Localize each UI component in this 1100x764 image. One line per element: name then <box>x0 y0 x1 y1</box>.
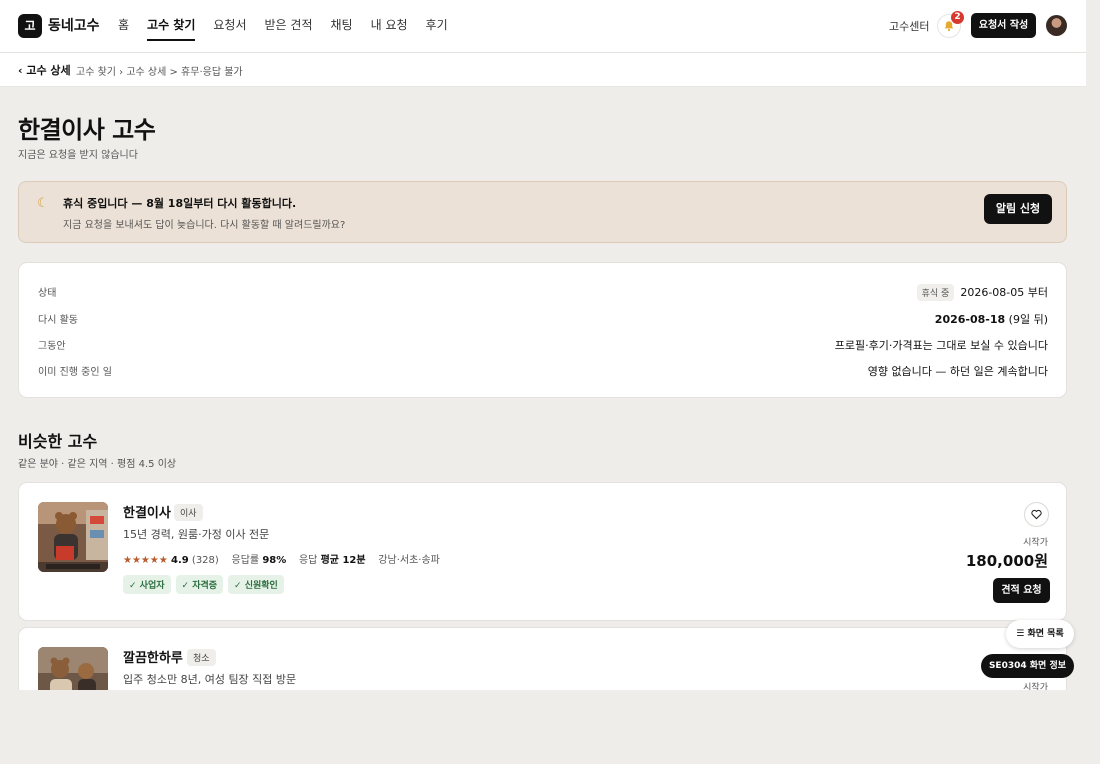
top-header: 고 동네고수 홈 고수 찾기 요청서 받은 견적 채팅 내 요청 후기 고수센터… <box>0 0 1086 53</box>
response-rate-value: 98% <box>262 555 287 566</box>
page-subtitle: 지금은 요청을 받지 않습니다 <box>18 150 138 161</box>
rating-value: 4.9 <box>171 555 189 566</box>
logo-text[interactable]: 동네고수 <box>48 15 100 35</box>
pro-photo <box>38 647 108 690</box>
viewport-backdrop <box>0 690 1100 764</box>
price-value: 180,000원 <box>965 552 1048 570</box>
pro-card[interactable]: 한결이사 이사 15년 경력, 원룸·가정 이사 전문 ★★★★★ 4.9 (3… <box>18 482 1067 621</box>
resume-date: 2026-08-18 <box>934 313 1006 326</box>
pro-photo <box>38 502 108 572</box>
resume-label: 다시 활동 <box>38 315 78 326</box>
status-badge: 휴식 중 <box>916 284 955 301</box>
pro-description: 15년 경력, 원룸·가정 이사 전문 <box>123 528 270 541</box>
resume-value: 2026-08-18 (9일 뒤) <box>935 311 1048 327</box>
status-card: 상태 휴식 중 2026-08-05 부터 다시 활동 2026-08-18 (9… <box>18 262 1067 398</box>
response-time-label: 응답 <box>298 555 318 566</box>
screen-list-button[interactable]: ☰ 화면 목록 <box>1006 620 1074 648</box>
ongoing-value: 영향 없습니다 — 하던 일은 계속합니다 <box>867 365 1048 378</box>
similar-title: 비슷한 고수 <box>18 432 98 451</box>
notice-message: 지금 요청을 보내셔도 답이 늦습니다. 다시 활동할 때 알려드릴까요? <box>63 220 346 231</box>
price-label: 시작가 <box>1023 538 1048 548</box>
main-nav: 홈 고수 찾기 요청서 받은 견적 채팅 내 요청 후기 <box>118 0 466 52</box>
status-value: 휴식 중 2026-08-05 부터 <box>916 284 1048 301</box>
nav-chat[interactable]: 채팅 <box>331 0 353 52</box>
nav-my-requests[interactable]: 내 요청 <box>371 0 408 52</box>
pro-stats: ★★★★★ 4.9 (328) 응답률 98% 응답 평균 12분 강남·서초·… <box>123 551 440 566</box>
identity-badge: ✓ 신원확인 <box>228 575 284 594</box>
pro-thumbnail <box>38 502 108 572</box>
pro-thumbnail <box>38 647 108 690</box>
verification-badges: ✓ 사업자 ✓ 자격증 ✓ 신원확인 <box>123 575 284 594</box>
pro-name[interactable]: 한결이사 <box>123 502 171 521</box>
nav-reviews[interactable]: 후기 <box>426 0 448 52</box>
app-viewport: 고 동네고수 홈 고수 찾기 요청서 받은 견적 채팅 내 요청 후기 고수센터… <box>0 0 1086 690</box>
ongoing-row: 이미 진행 중인 일 영향 없습니다 — 하던 일은 계속합니다 <box>19 363 1066 379</box>
avatar[interactable] <box>1046 15 1067 36</box>
resume-days: (9일 뒤) <box>1005 313 1048 326</box>
resume-row: 다시 활동 2026-08-18 (9일 뒤) <box>19 311 1066 327</box>
review-count: (328) <box>191 555 219 566</box>
pro-description: 입주 청소만 8년, 여성 팀장 직접 방문 <box>123 673 297 686</box>
breadcrumb: ‹ 고수 상세 고수 찾기 › 고수 상세 > 휴무·응답 불가 <box>0 53 1086 87</box>
write-request-button[interactable]: 요청서 작성 <box>971 13 1036 38</box>
service-area: 강남·서초·송파 <box>378 555 440 566</box>
nav-quotes[interactable]: 받은 견적 <box>265 0 313 52</box>
status-row: 상태 휴식 중 2026-08-05 부터 <box>19 284 1066 301</box>
scrollbar-track[interactable] <box>1086 0 1100 764</box>
nav-find-pro[interactable]: 고수 찾기 <box>147 0 196 41</box>
meanwhile-value: 프로필·후기·가격표는 그대로 보실 수 있습니다 <box>834 339 1048 352</box>
notify-me-button[interactable]: 알림 신청 <box>984 194 1052 224</box>
breadcrumb-path: 고수 찾기 › 고수 상세 > 휴무·응답 불가 <box>76 67 243 78</box>
star-rating-icon: ★★★★★ <box>123 555 168 566</box>
status-since: 2026-08-05 부터 <box>960 286 1048 299</box>
moon-icon: ☾ <box>37 196 49 211</box>
meanwhile-row: 그동안 프로필·후기·가격표는 그대로 보실 수 있습니다 <box>19 337 1066 353</box>
request-quote-button[interactable]: 견적 요청 <box>993 578 1050 603</box>
back-link[interactable]: ‹ 고수 상세 <box>18 62 71 78</box>
pro-name[interactable]: 깔끔한하루 <box>123 647 183 666</box>
heart-icon <box>1031 509 1042 520</box>
away-notice: ☾ 휴식 중입니다 — 8월 18일부터 다시 활동합니다. 지금 요청을 보내… <box>18 181 1067 243</box>
favorite-button[interactable] <box>1024 502 1049 527</box>
nav-home[interactable]: 홈 <box>118 0 129 52</box>
category-tag: 이사 <box>174 504 203 521</box>
ongoing-label: 이미 진행 중인 일 <box>38 367 112 378</box>
response-time-value: 평균 12분 <box>320 555 366 566</box>
license-badge: ✓ 자격증 <box>175 575 224 594</box>
page-title: 한결이사 고수 <box>18 116 156 144</box>
response-rate-label: 응답률 <box>231 555 260 566</box>
status-label: 상태 <box>38 288 57 299</box>
meanwhile-label: 그동안 <box>38 341 66 352</box>
business-badge: ✓ 사업자 <box>123 575 171 594</box>
nav-requests[interactable]: 요청서 <box>213 0 246 52</box>
similar-subtitle: 같은 분야 · 같은 지역 · 평점 4.5 이상 <box>18 459 177 470</box>
category-tag: 청소 <box>187 649 216 666</box>
notification-badge: 2 <box>951 11 964 24</box>
pro-center-link[interactable]: 고수센터 <box>889 18 929 34</box>
screen-info-button[interactable]: SE0304 화면 정보 <box>981 654 1074 678</box>
pro-card[interactable]: 깔끔한하루 청소 입주 청소만 8년, 여성 팀장 직접 방문 시작가 <box>18 627 1067 690</box>
notice-title: 휴식 중입니다 — 8월 18일부터 다시 활동합니다. <box>63 197 297 210</box>
logo-mark[interactable]: 고 <box>18 14 42 38</box>
price-label: 시작가 <box>1023 683 1048 690</box>
